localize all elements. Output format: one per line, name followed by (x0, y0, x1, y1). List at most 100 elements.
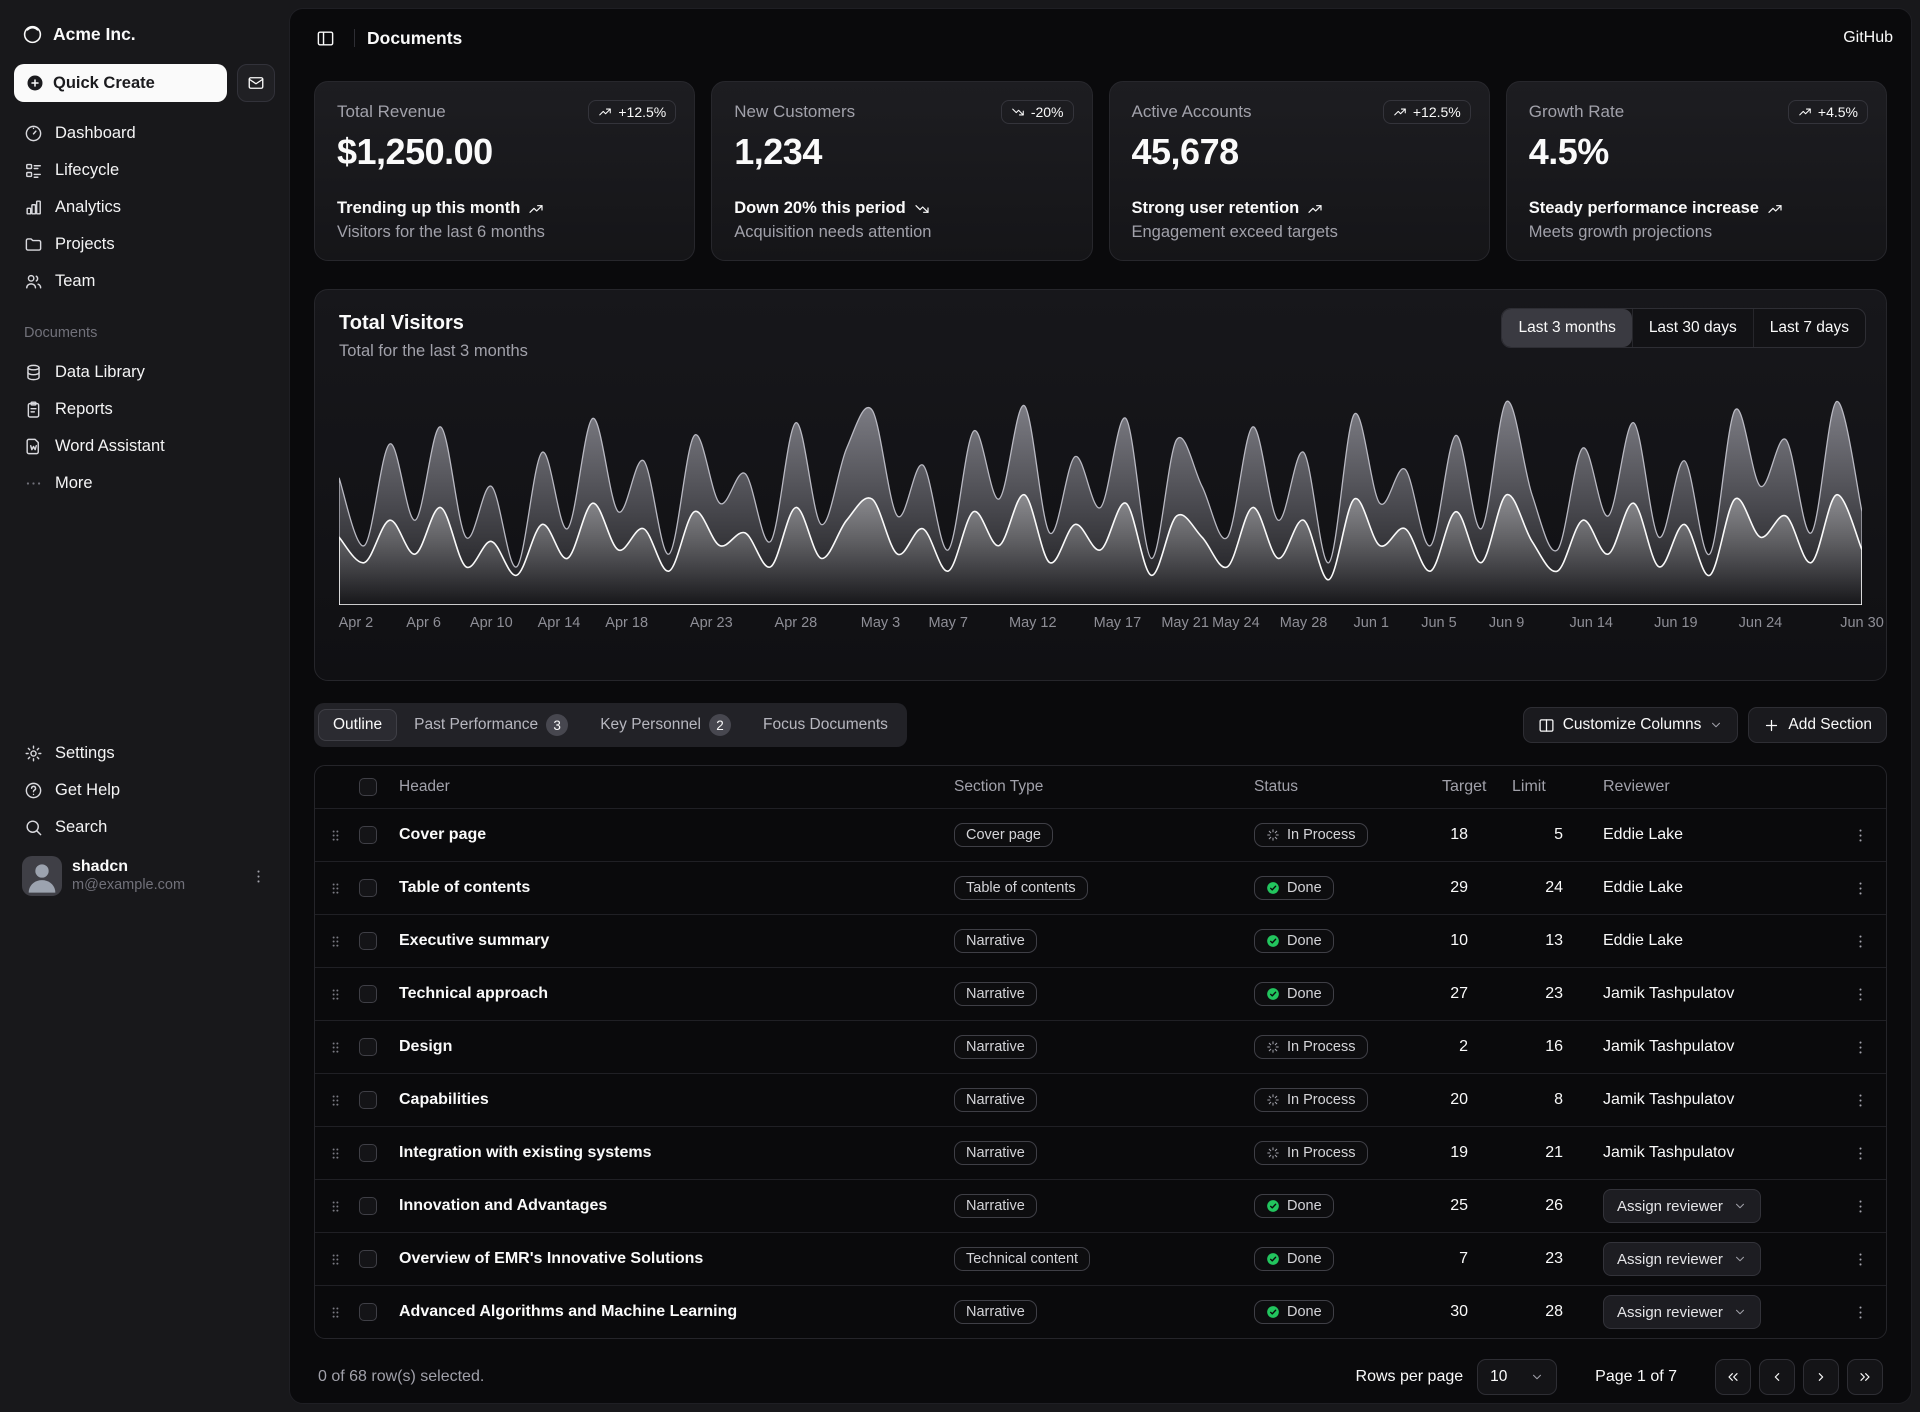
row-checkbox[interactable] (359, 932, 377, 950)
last-page-button[interactable] (1847, 1359, 1883, 1395)
drag-handle[interactable] (315, 1305, 355, 1320)
tab-outline[interactable]: Outline (318, 709, 397, 741)
check-circle-icon (1266, 881, 1280, 895)
customize-columns-button[interactable]: Customize Columns (1523, 707, 1739, 743)
check-circle-icon (1266, 934, 1280, 948)
row-actions-button[interactable] (1845, 1297, 1875, 1327)
user-menu[interactable]: shadcn m@example.com (14, 850, 275, 902)
quick-create-button[interactable]: Quick Create (14, 64, 227, 102)
sidebar-item-lifecycle[interactable]: Lifecycle (14, 153, 275, 188)
limit-value[interactable]: 24 (1494, 879, 1589, 897)
row-actions-button[interactable] (1845, 1085, 1875, 1115)
target-value[interactable]: 7 (1404, 1250, 1494, 1268)
brand[interactable]: Acme Inc. (14, 12, 275, 56)
tab-past-performance[interactable]: Past Performance3 (399, 707, 583, 743)
status-text: Done (1287, 880, 1322, 896)
row-checkbox[interactable] (359, 1197, 377, 1215)
row-header-link[interactable]: Table of contents (399, 879, 954, 897)
target-value[interactable]: 2 (1404, 1038, 1494, 1056)
limit-value[interactable]: 8 (1494, 1091, 1589, 1109)
target-value[interactable]: 30 (1404, 1303, 1494, 1321)
limit-value[interactable]: 23 (1494, 1250, 1589, 1268)
sidebar-item-word-assistant[interactable]: Word Assistant (14, 429, 275, 464)
previous-page-button[interactable] (1759, 1359, 1795, 1395)
row-actions-button[interactable] (1845, 1032, 1875, 1062)
drag-handle[interactable] (315, 987, 355, 1002)
limit-value[interactable]: 16 (1494, 1038, 1589, 1056)
row-checkbox[interactable] (359, 1038, 377, 1056)
next-page-button[interactable] (1803, 1359, 1839, 1395)
row-actions-button[interactable] (1845, 873, 1875, 903)
sidebar-item-reports[interactable]: Reports (14, 392, 275, 427)
sidebar-item-projects[interactable]: Projects (14, 227, 275, 262)
row-header-link[interactable]: Capabilities (399, 1091, 954, 1109)
drag-handle[interactable] (315, 934, 355, 949)
target-value[interactable]: 18 (1404, 826, 1494, 844)
sidebar-item-settings[interactable]: Settings (14, 736, 275, 771)
select-all-checkbox[interactable] (359, 778, 377, 796)
drag-handle[interactable] (315, 1146, 355, 1161)
sidebar-item-dashboard[interactable]: Dashboard (14, 116, 275, 151)
first-page-button[interactable] (1715, 1359, 1751, 1395)
row-actions-button[interactable] (1845, 1191, 1875, 1221)
drag-handle[interactable] (315, 1199, 355, 1214)
row-checkbox[interactable] (359, 1144, 377, 1162)
row-checkbox[interactable] (359, 826, 377, 844)
word-icon (24, 437, 43, 456)
target-value[interactable]: 25 (1404, 1197, 1494, 1215)
assign-reviewer-select[interactable]: Assign reviewer (1603, 1189, 1761, 1223)
tab-key-personnel[interactable]: Key Personnel2 (585, 707, 746, 743)
row-header-link[interactable]: Executive summary (399, 932, 954, 950)
limit-value[interactable]: 26 (1494, 1197, 1589, 1215)
target-value[interactable]: 27 (1404, 985, 1494, 1003)
row-header-link[interactable]: Overview of EMR's Innovative Solutions (399, 1250, 954, 1268)
inbox-button[interactable] (237, 64, 275, 102)
limit-value[interactable]: 5 (1494, 826, 1589, 844)
rows-per-page-select[interactable]: 10 (1477, 1359, 1557, 1395)
target-value[interactable]: 10 (1404, 932, 1494, 950)
row-actions-button[interactable] (1845, 926, 1875, 956)
drag-handle[interactable] (315, 1093, 355, 1108)
row-header-link[interactable]: Technical approach (399, 985, 954, 1003)
row-header-link[interactable]: Cover page (399, 826, 954, 844)
limit-value[interactable]: 13 (1494, 932, 1589, 950)
drag-handle[interactable] (315, 1040, 355, 1055)
limit-value[interactable]: 21 (1494, 1144, 1589, 1162)
row-header-link[interactable]: Advanced Algorithms and Machine Learning (399, 1303, 954, 1321)
row-checkbox[interactable] (359, 1091, 377, 1109)
row-checkbox[interactable] (359, 1250, 377, 1268)
row-checkbox[interactable] (359, 1303, 377, 1321)
row-header-link[interactable]: Integration with existing systems (399, 1144, 954, 1162)
row-actions-button[interactable] (1845, 820, 1875, 850)
tab-focus-documents[interactable]: Focus Documents (748, 709, 903, 741)
drag-handle[interactable] (315, 881, 355, 896)
target-value[interactable]: 19 (1404, 1144, 1494, 1162)
assign-reviewer-select[interactable]: Assign reviewer (1603, 1295, 1761, 1329)
sidebar-item-get-help[interactable]: Get Help (14, 773, 275, 808)
range-button-last-3-months[interactable]: Last 3 months (1502, 309, 1631, 347)
github-link[interactable]: GitHub (1843, 29, 1893, 47)
drag-handle[interactable] (315, 1252, 355, 1267)
sidebar-item-search[interactable]: Search (14, 810, 275, 845)
drag-handle[interactable] (315, 828, 355, 843)
range-button-last-30-days[interactable]: Last 30 days (1632, 309, 1753, 347)
sidebar-item-more[interactable]: More (14, 466, 275, 501)
limit-value[interactable]: 23 (1494, 985, 1589, 1003)
target-value[interactable]: 20 (1404, 1091, 1494, 1109)
sidebar-item-team[interactable]: Team (14, 264, 275, 299)
range-button-last-7-days[interactable]: Last 7 days (1753, 309, 1865, 347)
row-actions-button[interactable] (1845, 1244, 1875, 1274)
add-section-button[interactable]: Add Section (1748, 707, 1887, 743)
sidebar-toggle-button[interactable] (308, 21, 342, 55)
row-actions-button[interactable] (1845, 979, 1875, 1009)
row-header-link[interactable]: Design (399, 1038, 954, 1056)
row-checkbox[interactable] (359, 879, 377, 897)
target-value[interactable]: 29 (1404, 879, 1494, 897)
row-checkbox[interactable] (359, 985, 377, 1003)
sidebar-item-analytics[interactable]: Analytics (14, 190, 275, 225)
assign-reviewer-select[interactable]: Assign reviewer (1603, 1242, 1761, 1276)
limit-value[interactable]: 28 (1494, 1303, 1589, 1321)
row-header-link[interactable]: Innovation and Advantages (399, 1197, 954, 1215)
row-actions-button[interactable] (1845, 1138, 1875, 1168)
sidebar-item-data-library[interactable]: Data Library (14, 355, 275, 390)
